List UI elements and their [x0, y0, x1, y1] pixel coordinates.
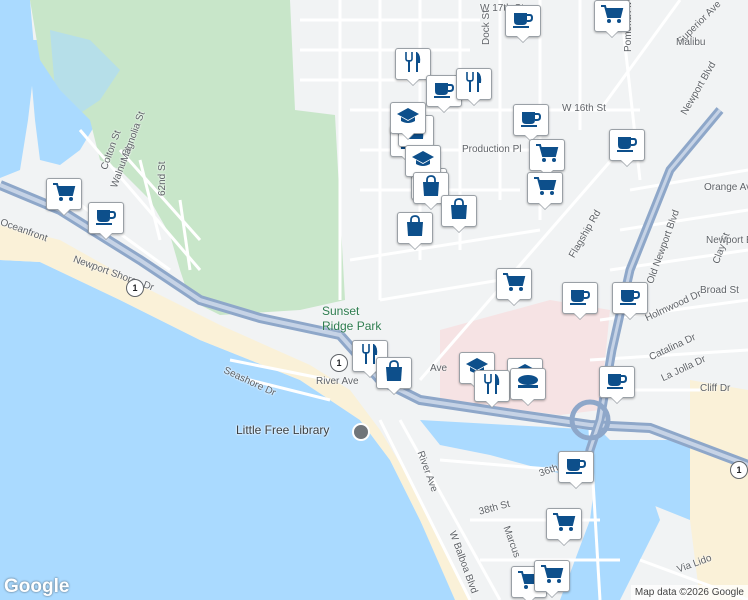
map-pin-school[interactable]	[390, 102, 426, 140]
coffee-icon	[565, 456, 587, 479]
map-pin-coffee[interactable]	[612, 282, 648, 320]
google-logo: Google	[4, 576, 70, 597]
street-label: Orange Ave	[704, 182, 748, 193]
street-label: Cliff Dr	[700, 383, 731, 394]
map-pin-coffee[interactable]	[513, 104, 549, 142]
shopping-bag-icon	[421, 174, 441, 202]
coffee-icon	[512, 10, 534, 33]
shopping-cart-icon	[52, 182, 76, 207]
map-pin-shopping-bag[interactable]	[441, 195, 477, 233]
shopping-bag-icon	[449, 197, 469, 225]
park-label-line1: Sunset	[322, 304, 360, 318]
dining-icon	[516, 373, 540, 396]
shopping-bag-icon	[405, 214, 425, 242]
street-label: 62nd St	[157, 161, 168, 196]
restaurant-icon	[464, 71, 484, 98]
coffee-icon	[616, 134, 638, 157]
map-pin-shopping-cart[interactable]	[527, 172, 563, 210]
map-pin-shopping-bag[interactable]	[376, 357, 412, 395]
highway-shield: 1	[126, 279, 144, 297]
street-label: Dock St	[481, 9, 492, 45]
shopping-cart-icon	[535, 143, 559, 168]
map-pin-coffee[interactable]	[558, 451, 594, 489]
map-pin-coffee[interactable]	[599, 366, 635, 404]
street-label: Newport Ele	[706, 235, 748, 246]
map-pin-shopping-cart[interactable]	[594, 0, 630, 38]
coffee-icon	[520, 109, 542, 132]
street-label: W 16th St	[562, 103, 606, 114]
restaurant-icon	[403, 51, 423, 78]
restaurant-icon	[482, 373, 502, 400]
street-label: Ave	[430, 363, 448, 374]
street-label: Production Pl	[462, 144, 522, 155]
map-pin-dining[interactable]	[510, 368, 546, 406]
map-pin-coffee[interactable]	[505, 5, 541, 43]
santa-ana-river-area	[0, 0, 35, 178]
highway-shield: 1	[330, 354, 348, 372]
place-label: Little Free Library	[236, 423, 330, 437]
school-icon	[411, 150, 435, 173]
map-pin-shopping-bag[interactable]	[397, 212, 433, 250]
shopping-cart-icon	[502, 272, 526, 297]
coffee-icon	[95, 207, 117, 230]
shopping-cart-icon	[552, 512, 576, 537]
map-pin-shopping-cart[interactable]	[496, 268, 532, 306]
map-attribution: Map data ©2026 Google	[630, 585, 748, 600]
map-pin-restaurant[interactable]	[474, 370, 510, 408]
coffee-icon	[433, 80, 455, 103]
shopping-cart-icon	[540, 564, 564, 589]
map-pin-coffee[interactable]	[562, 282, 598, 320]
map-canvas[interactable]: Sunset Ridge Park Little Free Library W …	[0, 0, 748, 600]
coffee-icon	[606, 371, 628, 394]
map-pin-shopping-cart[interactable]	[534, 560, 570, 598]
map-pin-shopping-cart[interactable]	[546, 508, 582, 546]
highway-shield: 1	[730, 461, 748, 479]
park-label-line2: Ridge Park	[322, 319, 382, 333]
coffee-icon	[569, 287, 591, 310]
shopping-bag-icon	[384, 359, 404, 387]
map-pin-coffee[interactable]	[88, 202, 124, 240]
street-label: Broad St	[700, 285, 739, 296]
coffee-icon	[619, 287, 641, 310]
street-label: Malibu	[676, 37, 706, 48]
map-pin-shopping-cart[interactable]	[46, 178, 82, 216]
street-label: River Ave	[316, 376, 359, 387]
shopping-cart-icon	[533, 176, 557, 201]
map-pin-coffee[interactable]	[609, 129, 645, 167]
school-icon	[396, 107, 420, 130]
map-pin-restaurant[interactable]	[456, 68, 492, 106]
library-marker[interactable]	[352, 423, 370, 441]
shopping-cart-icon	[600, 4, 624, 29]
